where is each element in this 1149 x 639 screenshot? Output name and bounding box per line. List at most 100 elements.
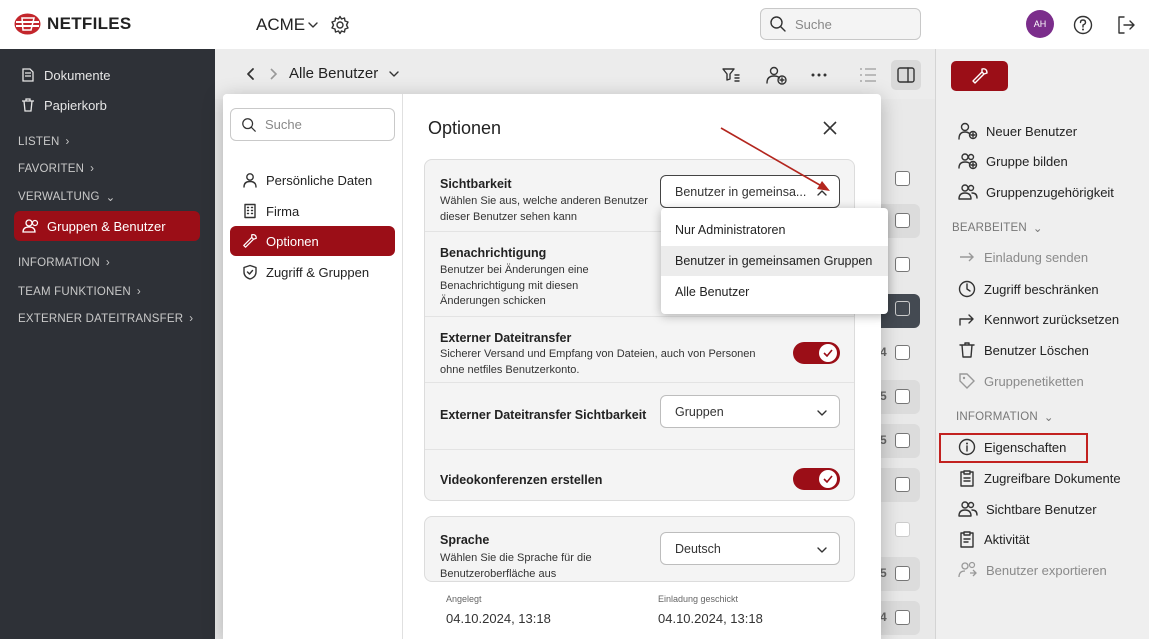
- sidebar-section-listen[interactable]: LISTEN ›: [18, 136, 70, 148]
- arrow-right-icon: [960, 252, 974, 262]
- row-checkbox[interactable]: [895, 257, 910, 272]
- nav-label: Persönliche Daten: [266, 172, 373, 188]
- forward-icon[interactable]: [267, 67, 279, 81]
- row-title: Sichtbarkeit: [440, 177, 512, 191]
- row-checkbox[interactable]: [895, 477, 910, 492]
- top-bar: NETFILES ACME Suche AH: [0, 0, 1149, 49]
- row-checkbox[interactable]: [895, 566, 910, 581]
- global-search-input[interactable]: Suche: [760, 8, 921, 40]
- created-label: Angelegt: [446, 594, 482, 604]
- action-label: Aktivität: [984, 531, 1030, 547]
- gear-icon[interactable]: [330, 15, 350, 35]
- create-group-action[interactable]: Gruppe bilden: [958, 152, 1068, 170]
- action-label: Sichtbare Benutzer: [986, 501, 1097, 517]
- nav-label: Optionen: [266, 233, 319, 249]
- dropdown-option-highlighted[interactable]: Benutzer in gemeinsamen Gruppen: [661, 246, 888, 276]
- external-transfer-row: Externer Dateitransfer Sicherer Versand …: [425, 317, 854, 383]
- delete-user-action[interactable]: Benutzer Löschen: [958, 341, 1089, 359]
- main-header: Alle Benutzer: [215, 49, 935, 99]
- row-checkbox[interactable]: [895, 433, 910, 448]
- chevron-right-icon: ›: [105, 257, 110, 269]
- panel-toggle-button[interactable]: [891, 60, 921, 90]
- reset-password-action[interactable]: Kennwort zurücksetzen: [958, 311, 1119, 327]
- clock-icon: [958, 280, 976, 298]
- user-icon: [243, 173, 257, 188]
- list-view-icon[interactable]: [859, 67, 877, 83]
- options-dialog: Suche Persönliche Daten Firma Optionen Z…: [223, 94, 881, 639]
- sidebar-section-information[interactable]: INFORMATION ›: [18, 257, 110, 269]
- sidebar-section-externer-dateitransfer[interactable]: EXTERNER DATEITRANSFER ›: [18, 313, 193, 325]
- nav-access-groups[interactable]: Zugriff & Gruppen: [230, 257, 395, 287]
- back-icon[interactable]: [245, 67, 257, 81]
- wrench-icon: [243, 234, 257, 248]
- nav-company[interactable]: Firma: [230, 196, 395, 226]
- row-checkbox[interactable]: [895, 345, 910, 360]
- side-panel-icon: [897, 67, 915, 83]
- sidebar-item-gruppen-benutzer[interactable]: Gruppen & Benutzer: [14, 211, 200, 241]
- sidebar-item-papierkorb[interactable]: Papierkorb: [20, 97, 107, 113]
- row-title: Externer Dateitransfer: [440, 331, 572, 345]
- section-label: EXTERNER DATEITRANSFER: [18, 313, 184, 325]
- row-description: Wählen Sie aus, welche anderen Benutzer …: [440, 195, 648, 223]
- netfiles-logo[interactable]: NETFILES: [14, 13, 132, 35]
- group-tags-action[interactable]: Gruppenetiketten: [958, 372, 1084, 390]
- export-users-action[interactable]: Benutzer exportieren: [958, 561, 1107, 579]
- action-label: Benutzer exportieren: [986, 562, 1107, 578]
- external-visibility-select[interactable]: Gruppen: [660, 395, 840, 428]
- nav-label: Firma: [266, 203, 300, 219]
- add-user-icon[interactable]: [766, 65, 788, 85]
- restrict-access-action[interactable]: Zugriff beschränken: [958, 280, 1099, 298]
- avatar[interactable]: AH: [1026, 10, 1054, 38]
- row-checkbox[interactable]: [895, 171, 910, 186]
- dropdown-option[interactable]: Alle Benutzer: [661, 277, 888, 307]
- visibility-select[interactable]: Benutzer in gemeinsa...: [660, 175, 840, 208]
- visible-users-action[interactable]: Sichtbare Benutzer: [958, 500, 1097, 518]
- sidebar-item-dokumente[interactable]: Dokumente: [20, 67, 110, 83]
- chevron-down-icon: [817, 547, 827, 553]
- section-label: VERWALTUNG: [18, 191, 100, 203]
- row-title: Sprache: [440, 533, 490, 547]
- sidebar-section-verwaltung[interactable]: VERWALTUNG ⌄: [18, 190, 116, 204]
- chevron-down-icon: ⌄: [1043, 412, 1054, 424]
- external-transfer-toggle[interactable]: [793, 342, 840, 364]
- logout-icon[interactable]: [1116, 15, 1136, 35]
- dropdown-option[interactable]: Nur Administratoren: [661, 215, 888, 245]
- row-checkbox[interactable]: [895, 389, 910, 404]
- breadcrumb-title[interactable]: Alle Benutzer: [289, 65, 378, 82]
- help-icon[interactable]: [1073, 15, 1093, 35]
- group-membership-action[interactable]: Gruppenzugehörigkeit: [958, 183, 1114, 201]
- nav-options[interactable]: Optionen: [230, 226, 395, 256]
- external-visibility-row: Externer Dateitransfer Sichtbarkeit Grup…: [425, 383, 854, 450]
- chevron-right-icon: ›: [65, 136, 70, 148]
- row-number: 5: [880, 389, 887, 403]
- nav-personal-data[interactable]: Persönliche Daten: [230, 165, 395, 195]
- edit-section-header[interactable]: BEARBEITEN ⌄: [952, 221, 1043, 235]
- video-conference-toggle[interactable]: [793, 468, 840, 490]
- dialog-search-input[interactable]: Suche: [230, 108, 395, 141]
- select-value: Benutzer in gemeinsa...: [675, 184, 807, 199]
- clipboard-icon: [960, 470, 974, 487]
- action-label: Kennwort zurücksetzen: [984, 311, 1120, 327]
- row-checkbox[interactable]: [895, 213, 910, 228]
- sidebar: Dokumente Papierkorb LISTEN › FAVORITEN › …: [0, 49, 215, 639]
- redirect-arrow-icon: [959, 314, 974, 326]
- send-invitation-action[interactable]: Einladung senden: [958, 249, 1088, 265]
- activity-action[interactable]: Aktivität: [958, 530, 1030, 548]
- chevron-down-icon[interactable]: [388, 68, 400, 80]
- sidebar-section-favoriten[interactable]: FAVORITEN ›: [18, 163, 94, 175]
- sidebar-section-team-funktionen[interactable]: TEAM FUNKTIONEN ›: [18, 286, 141, 298]
- row-checkbox[interactable]: [895, 301, 910, 316]
- new-user-action[interactable]: Neuer Benutzer: [958, 122, 1077, 140]
- sidebar-item-label: Gruppen & Benutzer: [47, 218, 166, 234]
- tag-icon: [959, 373, 975, 389]
- language-select[interactable]: Deutsch: [660, 532, 840, 565]
- information-section-header[interactable]: INFORMATION ⌄: [956, 410, 1054, 424]
- tools-button[interactable]: [951, 61, 1008, 91]
- org-switcher[interactable]: ACME: [256, 15, 319, 35]
- close-icon[interactable]: [823, 121, 837, 135]
- row-checkbox[interactable]: [895, 610, 910, 625]
- accessible-documents-action[interactable]: Zugreifbare Dokumente: [958, 469, 1121, 487]
- more-icon[interactable]: [811, 73, 827, 77]
- row-checkbox[interactable]: [895, 522, 910, 537]
- filter-icon[interactable]: [722, 67, 740, 83]
